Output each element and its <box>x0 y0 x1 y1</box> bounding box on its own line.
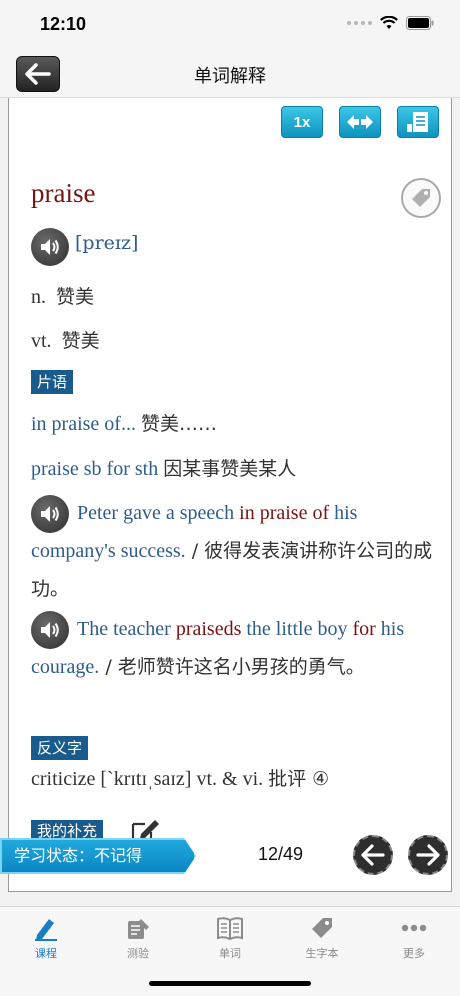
tab-course[interactable]: 课程 <box>0 915 92 961</box>
wifi-icon <box>380 16 398 29</box>
speed-button[interactable]: 1x <box>281 106 323 138</box>
definition-verb: vt. 赞美 <box>31 326 100 353</box>
quiz-icon <box>128 919 149 939</box>
example-sentence-1: Peter gave a speech in praise of his com… <box>31 494 439 608</box>
tab-label: 课程 <box>35 947 57 960</box>
study-status-badge[interactable]: 学习状态：不记得 <box>0 838 196 874</box>
status-icons <box>347 16 434 30</box>
more-dots-icon <box>401 924 427 932</box>
part-of-speech: vt. <box>31 330 52 352</box>
tab-label: 单词 <box>219 947 241 960</box>
example-highlight: for <box>352 618 376 640</box>
tab-label: 更多 <box>403 947 425 960</box>
arrow-right-icon <box>416 844 440 866</box>
speaker-icon <box>41 239 59 255</box>
next-button[interactable] <box>408 835 448 875</box>
status-bar: 12:10 <box>0 0 460 48</box>
example-text: The teacher <box>77 618 176 640</box>
phrase-item: praise sb for sth 因某事赞美某人 <box>31 454 296 481</box>
part-of-speech: n. <box>31 286 46 308</box>
phrase-en: praise sb for sth <box>31 458 159 480</box>
pronunciation-speaker-button[interactable] <box>31 228 69 266</box>
signal-icon <box>347 21 372 25</box>
previous-button[interactable] <box>353 835 393 875</box>
status-time: 12:10 <box>40 14 87 34</box>
arrow-left-icon <box>361 844 385 866</box>
example-sentence-2: The teacher praiseds the little boy for … <box>31 610 439 686</box>
tab-more[interactable]: 更多 <box>368 915 460 961</box>
example-highlight: in praise of <box>239 502 330 524</box>
definition-noun: n. 赞美 <box>31 282 94 309</box>
antonym-text: criticize [`krɪtɪˌsaɪz] vt. & vi. <box>31 768 264 790</box>
antonym-cn: 批评 ④ <box>268 768 330 790</box>
tab-label: 测验 <box>127 947 149 960</box>
phonetic: [preɪz] <box>75 232 139 254</box>
antonym-entry: criticize [`krɪtɪˌsaɪz] vt. & vi. 批评 ④ <box>31 764 329 791</box>
phrase-cn: 因某事赞美某人 <box>163 458 297 480</box>
word-card: 1x praise [preɪz] n. 赞美 vt. 赞美 片语 in pra… <box>8 98 452 892</box>
home-indicator <box>149 981 311 986</box>
antonym-label: 反义字 <box>31 736 89 760</box>
page-counter: 12/49 <box>258 844 304 864</box>
phrase-en: in praise of... <box>31 413 136 435</box>
example-translation: / 老师赞许这名小男孩的勇气。 <box>99 656 365 678</box>
example-highlight: praiseds <box>175 618 242 640</box>
switch-mode-button[interactable] <box>339 106 381 138</box>
book-icon <box>217 917 243 941</box>
tab-vocab-book[interactable]: 生字本 <box>276 915 368 961</box>
headword: praise <box>31 178 96 208</box>
example-text: the little boy <box>241 618 353 640</box>
example-text: Peter gave a speech <box>77 502 240 524</box>
content-area: 1x praise [preɪz] n. 赞美 vt. 赞美 片语 in pra… <box>0 98 460 906</box>
definition-text: 赞美 <box>61 330 100 352</box>
tab-label: 生字本 <box>305 947 339 960</box>
page-title: 单词解释 <box>194 66 266 87</box>
pencil-icon <box>35 919 57 941</box>
nav-bar: 单词解释 <box>0 48 460 98</box>
battery-icon <box>406 16 434 30</box>
phrases-label: 片语 <box>31 370 74 394</box>
definition-text: 赞美 <box>56 286 95 308</box>
tag-icon <box>312 918 332 938</box>
add-tag-button[interactable] <box>401 178 441 218</box>
tag-icon <box>412 189 430 207</box>
tab-quiz[interactable]: 测验 <box>92 915 184 961</box>
document-list-icon <box>407 112 428 132</box>
phrase-cn: 赞美…… <box>140 413 217 435</box>
tab-words[interactable]: 单词 <box>184 915 276 961</box>
swap-arrows-icon <box>347 115 373 129</box>
detail-list-button[interactable] <box>397 106 439 138</box>
phrase-item: in praise of... 赞美…… <box>31 409 217 436</box>
